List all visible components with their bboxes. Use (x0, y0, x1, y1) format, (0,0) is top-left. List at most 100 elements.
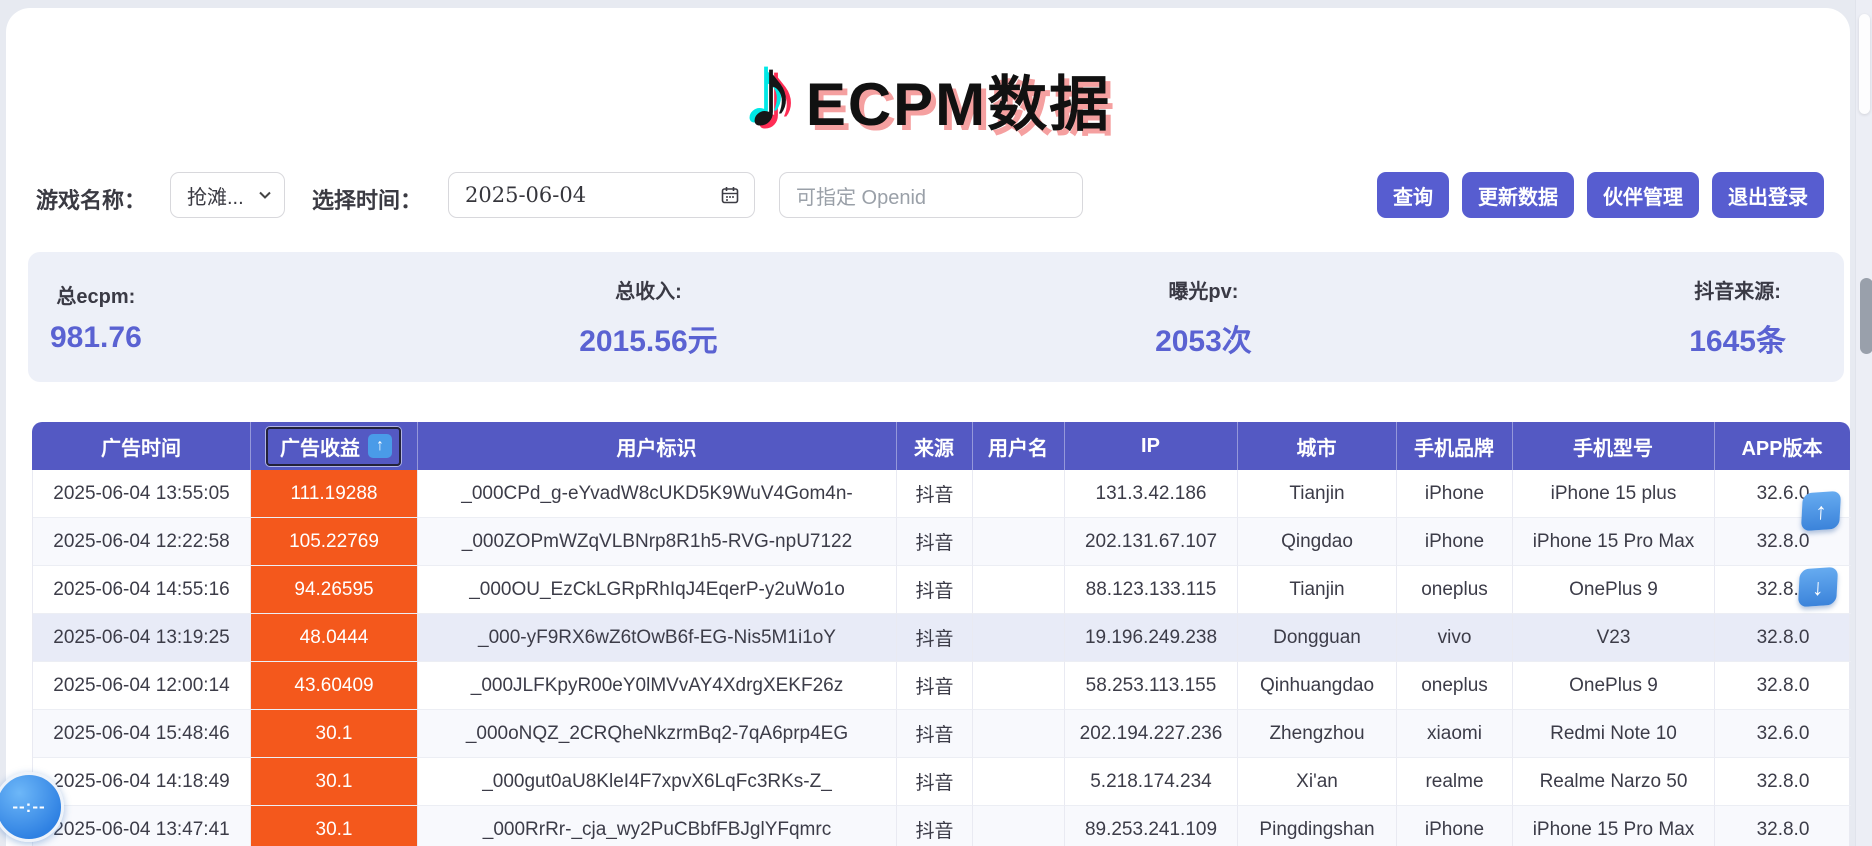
stat-label: 抖音来源: (1689, 275, 1786, 304)
cell-openid: _000oNQZ_2CRQheNkzrmBq2-7qA6prp4EG (418, 710, 897, 758)
cell-username (973, 518, 1065, 566)
cell-model: Redmi Note 10 (1513, 710, 1715, 758)
cell-brand: xiaomi (1397, 710, 1513, 758)
cell-model: Realme Narzo 50 (1513, 758, 1715, 806)
cell-model: OnePlus 9 (1513, 566, 1715, 614)
openid-input[interactable]: 可指定 Openid (779, 172, 1083, 218)
date-value: 2025-06-04 (465, 183, 586, 207)
cell-ip: 202.131.67.107 (1065, 518, 1238, 566)
stats-bar: 总ecpm: 981.76 总收入: 2015.56元 曝光pv: 2053次 … (28, 252, 1844, 382)
cell-brand: iPhone (1397, 518, 1513, 566)
date-input[interactable]: 2025-06-04 (448, 172, 755, 218)
data-table: 广告时间 广告收益 ↑ 用户标识 来源 用户名 IP 城市 手机品牌 手机型号 … (32, 422, 1850, 846)
sort-button[interactable]: 广告收益 ↑ (266, 427, 401, 466)
sort-label: 广告收益 (280, 432, 360, 461)
table-row[interactable]: 2025-06-04 15:48:4630.1_000oNQZ_2CRQheNk… (32, 710, 1850, 758)
calendar-icon[interactable] (720, 185, 740, 205)
table-row[interactable]: 2025-06-04 14:55:1694.26595_000OU_EzCkLG… (32, 566, 1850, 614)
stat-label: 总ecpm: (50, 280, 142, 309)
cell-ip: 89.253.241.109 (1065, 806, 1238, 846)
scroll-to-top-button[interactable]: ↑ (1801, 491, 1841, 532)
col-app-version[interactable]: APP版本 (1714, 422, 1850, 470)
cell-source: 抖音 (897, 470, 973, 518)
cell-time: 2025-06-04 13:47:41 (33, 806, 251, 846)
cell-ip: 58.253.113.155 (1065, 662, 1238, 710)
cell-ip: 131.3.42.186 (1065, 470, 1238, 518)
cell-username (973, 758, 1065, 806)
cell-revenue: 111.19288 (251, 470, 418, 518)
cell-city: Pingdingshan (1238, 806, 1397, 846)
cell-time: 2025-06-04 14:18:49 (33, 758, 251, 806)
game-select[interactable]: 抢滩... (170, 172, 285, 218)
cell-model: iPhone 15 Pro Max (1513, 518, 1715, 566)
cell-model: iPhone 15 plus (1513, 470, 1715, 518)
cell-openid: _000ZOPmWZqVLBNrp8R1h5-RVG-npU7122 (418, 518, 897, 566)
table-row[interactable]: 2025-06-04 13:55:05111.19288_000CPd_g-eY… (32, 470, 1850, 518)
stat-value: 1645条 (1689, 316, 1786, 360)
cell-brand: vivo (1397, 614, 1513, 662)
stat-value: 2053次 (1155, 316, 1252, 360)
col-user-id[interactable]: 用户标识 (417, 422, 896, 470)
cell-openid: _000CPd_g-eYvadW8cUKD5K9WuV4Gom4n- (418, 470, 897, 518)
stat-douyin-source: 抖音来源: 1645条 (1689, 275, 1786, 360)
scrollbar-widget[interactable] (1860, 278, 1872, 354)
cell-source: 抖音 (897, 710, 973, 758)
stat-total-income: 总收入: 2015.56元 (579, 275, 717, 360)
game-name-label: 游戏名称： (36, 183, 146, 215)
stat-exposure-pv: 曝光pv: 2053次 (1155, 275, 1252, 360)
cell-time: 2025-06-04 14:55:16 (33, 566, 251, 614)
cell-revenue: 43.60409 (251, 662, 418, 710)
col-phone-brand[interactable]: 手机品牌 (1396, 422, 1512, 470)
col-source[interactable]: 来源 (896, 422, 972, 470)
cell-city: Xi'an (1238, 758, 1397, 806)
cell-version: 32.6.0 (1715, 710, 1851, 758)
cell-openid: _000JLFKpyR00eY0lMVvAY4XdrgXEKF26z (418, 662, 897, 710)
page-title: ECPM数据 (806, 42, 1111, 143)
cell-openid: _000RrRr-_cja_wy2PuCBbfFBJglYFqmrc (418, 806, 897, 846)
cell-city: Zhengzhou (1238, 710, 1397, 758)
table-row[interactable]: 2025-06-04 13:47:4130.1_000RrRr-_cja_wy2… (32, 806, 1850, 846)
cell-source: 抖音 (897, 806, 973, 846)
game-select-value: 抢滩... (187, 181, 244, 210)
query-button[interactable]: 查询 (1377, 172, 1449, 218)
scrollbar-track[interactable] (1855, 0, 1872, 846)
cell-model: V23 (1513, 614, 1715, 662)
cell-source: 抖音 (897, 518, 973, 566)
sort-asc-icon[interactable]: ↑ (368, 434, 392, 458)
scrollbar-thumb[interactable] (1859, 14, 1870, 114)
cell-ip: 19.196.249.238 (1065, 614, 1238, 662)
table-row[interactable]: 2025-06-04 12:22:58105.22769_000ZOPmWZqV… (32, 518, 1850, 566)
stat-label: 总收入: (579, 275, 717, 304)
cell-revenue: 30.1 (251, 710, 418, 758)
tiktok-note-icon: ♪ (745, 41, 796, 143)
scroll-to-bottom-button[interactable]: ↓ (1798, 567, 1838, 608)
col-ad-time[interactable]: 广告时间 (32, 422, 250, 470)
cell-city: Tianjin (1238, 566, 1397, 614)
col-username[interactable]: 用户名 (972, 422, 1064, 470)
cell-city: Tianjin (1238, 470, 1397, 518)
col-ip[interactable]: IP (1064, 422, 1237, 470)
cell-city: Qinhuangdao (1238, 662, 1397, 710)
cell-ip: 88.123.133.115 (1065, 566, 1238, 614)
logout-button[interactable]: 退出登录 (1712, 172, 1824, 218)
table-row[interactable]: 2025-06-04 14:18:4930.1_000gut0aU8KleI4F… (32, 758, 1850, 806)
cell-time: 2025-06-04 13:55:05 (33, 470, 251, 518)
cell-version: 32.8.0 (1715, 662, 1851, 710)
table-row[interactable]: 2025-06-04 12:00:1443.60409_000JLFKpyR00… (32, 662, 1850, 710)
chevron-down-icon (258, 188, 272, 202)
openid-placeholder: 可指定 Openid (796, 181, 926, 210)
cell-time: 2025-06-04 15:48:46 (33, 710, 251, 758)
update-data-button[interactable]: 更新数据 (1462, 172, 1574, 218)
cell-revenue: 30.1 (251, 758, 418, 806)
cell-model: iPhone 15 Pro Max (1513, 806, 1715, 846)
cell-brand: iPhone (1397, 470, 1513, 518)
cell-source: 抖音 (897, 614, 973, 662)
cell-time: 2025-06-04 12:22:58 (33, 518, 251, 566)
table-row[interactable]: 2025-06-04 13:19:2548.0444_000-yF9RX6wZ6… (32, 614, 1850, 662)
cell-openid: _000-yF9RX6wZ6tOwB6f-EG-Nis5M1i1oY (418, 614, 897, 662)
col-phone-model[interactable]: 手机型号 (1512, 422, 1714, 470)
cell-city: Qingdao (1238, 518, 1397, 566)
partner-manage-button[interactable]: 伙伴管理 (1587, 172, 1699, 218)
col-city[interactable]: 城市 (1237, 422, 1396, 470)
cell-username (973, 806, 1065, 846)
